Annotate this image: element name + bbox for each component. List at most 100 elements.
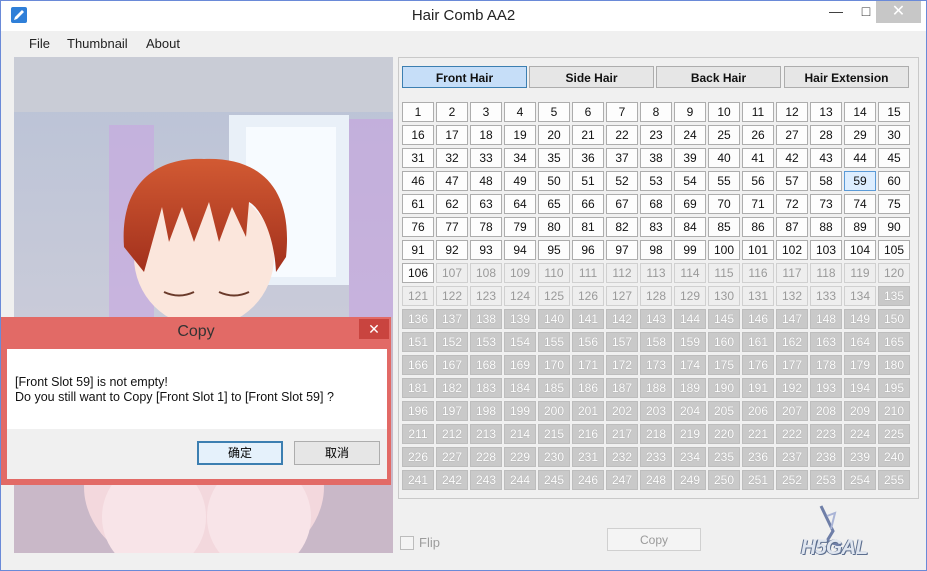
slot-button-159[interactable]: 159 [674,332,706,352]
slot-button-50[interactable]: 50 [538,171,570,191]
slot-button-119[interactable]: 119 [844,263,876,283]
slot-button-185[interactable]: 185 [538,378,570,398]
slot-button-43[interactable]: 43 [810,148,842,168]
slot-button-122[interactable]: 122 [436,286,468,306]
slot-button-171[interactable]: 171 [572,355,604,375]
slot-button-77[interactable]: 77 [436,217,468,237]
slot-button-209[interactable]: 209 [844,401,876,421]
slot-button-42[interactable]: 42 [776,148,808,168]
slot-button-85[interactable]: 85 [708,217,740,237]
flip-checkbox[interactable] [400,536,414,550]
slot-button-7[interactable]: 7 [606,102,638,122]
slot-button-153[interactable]: 153 [470,332,502,352]
slot-button-2[interactable]: 2 [436,102,468,122]
slot-button-48[interactable]: 48 [470,171,502,191]
slot-button-3[interactable]: 3 [470,102,502,122]
slot-button-1[interactable]: 1 [402,102,434,122]
slot-button-187[interactable]: 187 [606,378,638,398]
slot-button-63[interactable]: 63 [470,194,502,214]
slot-button-218[interactable]: 218 [640,424,672,444]
slot-button-80[interactable]: 80 [538,217,570,237]
slot-button-157[interactable]: 157 [606,332,638,352]
slot-button-165[interactable]: 165 [878,332,910,352]
slot-button-56[interactable]: 56 [742,171,774,191]
slot-button-8[interactable]: 8 [640,102,672,122]
slot-button-16[interactable]: 16 [402,125,434,145]
slot-button-35[interactable]: 35 [538,148,570,168]
slot-button-242[interactable]: 242 [436,470,468,490]
slot-button-20[interactable]: 20 [538,125,570,145]
slot-button-33[interactable]: 33 [470,148,502,168]
slot-button-41[interactable]: 41 [742,148,774,168]
slot-button-140[interactable]: 140 [538,309,570,329]
slot-button-231[interactable]: 231 [572,447,604,467]
slot-button-136[interactable]: 136 [402,309,434,329]
slot-button-223[interactable]: 223 [810,424,842,444]
slot-button-31[interactable]: 31 [402,148,434,168]
slot-button-156[interactable]: 156 [572,332,604,352]
slot-button-98[interactable]: 98 [640,240,672,260]
slot-button-24[interactable]: 24 [674,125,706,145]
slot-button-54[interactable]: 54 [674,171,706,191]
slot-button-240[interactable]: 240 [878,447,910,467]
slot-button-9[interactable]: 9 [674,102,706,122]
slot-button-194[interactable]: 194 [844,378,876,398]
slot-button-179[interactable]: 179 [844,355,876,375]
slot-button-215[interactable]: 215 [538,424,570,444]
slot-button-57[interactable]: 57 [776,171,808,191]
slot-button-141[interactable]: 141 [572,309,604,329]
slot-button-45[interactable]: 45 [878,148,910,168]
slot-button-111[interactable]: 111 [572,263,604,283]
slot-button-183[interactable]: 183 [470,378,502,398]
slot-button-174[interactable]: 174 [674,355,706,375]
slot-button-192[interactable]: 192 [776,378,808,398]
slot-button-115[interactable]: 115 [708,263,740,283]
slot-button-73[interactable]: 73 [810,194,842,214]
slot-button-144[interactable]: 144 [674,309,706,329]
slot-button-89[interactable]: 89 [844,217,876,237]
slot-button-178[interactable]: 178 [810,355,842,375]
slot-button-211[interactable]: 211 [402,424,434,444]
slot-button-22[interactable]: 22 [606,125,638,145]
slot-button-121[interactable]: 121 [402,286,434,306]
menu-about[interactable]: About [146,36,180,51]
slot-button-160[interactable]: 160 [708,332,740,352]
slot-button-53[interactable]: 53 [640,171,672,191]
slot-button-214[interactable]: 214 [504,424,536,444]
slot-button-203[interactable]: 203 [640,401,672,421]
tab-front-hair[interactable]: Front Hair [402,66,527,88]
slot-button-14[interactable]: 14 [844,102,876,122]
slot-button-213[interactable]: 213 [470,424,502,444]
slot-button-106[interactable]: 106 [402,263,434,283]
slot-button-228[interactable]: 228 [470,447,502,467]
slot-button-13[interactable]: 13 [810,102,842,122]
slot-button-132[interactable]: 132 [776,286,808,306]
slot-button-99[interactable]: 99 [674,240,706,260]
slot-button-128[interactable]: 128 [640,286,672,306]
slot-button-226[interactable]: 226 [402,447,434,467]
slot-button-110[interactable]: 110 [538,263,570,283]
slot-button-108[interactable]: 108 [470,263,502,283]
slot-button-196[interactable]: 196 [402,401,434,421]
slot-button-163[interactable]: 163 [810,332,842,352]
menu-file[interactable]: File [29,36,50,51]
dialog-ok-button[interactable]: 确定 [197,441,283,465]
slot-button-184[interactable]: 184 [504,378,536,398]
slot-button-60[interactable]: 60 [878,171,910,191]
slot-button-229[interactable]: 229 [504,447,536,467]
slot-button-154[interactable]: 154 [504,332,536,352]
slot-button-247[interactable]: 247 [606,470,638,490]
slot-button-70[interactable]: 70 [708,194,740,214]
slot-button-232[interactable]: 232 [606,447,638,467]
slot-button-200[interactable]: 200 [538,401,570,421]
slot-button-202[interactable]: 202 [606,401,638,421]
slot-button-123[interactable]: 123 [470,286,502,306]
slot-button-170[interactable]: 170 [538,355,570,375]
slot-button-71[interactable]: 71 [742,194,774,214]
slot-button-158[interactable]: 158 [640,332,672,352]
slot-button-205[interactable]: 205 [708,401,740,421]
slot-button-147[interactable]: 147 [776,309,808,329]
slot-button-76[interactable]: 76 [402,217,434,237]
slot-button-230[interactable]: 230 [538,447,570,467]
slot-button-245[interactable]: 245 [538,470,570,490]
